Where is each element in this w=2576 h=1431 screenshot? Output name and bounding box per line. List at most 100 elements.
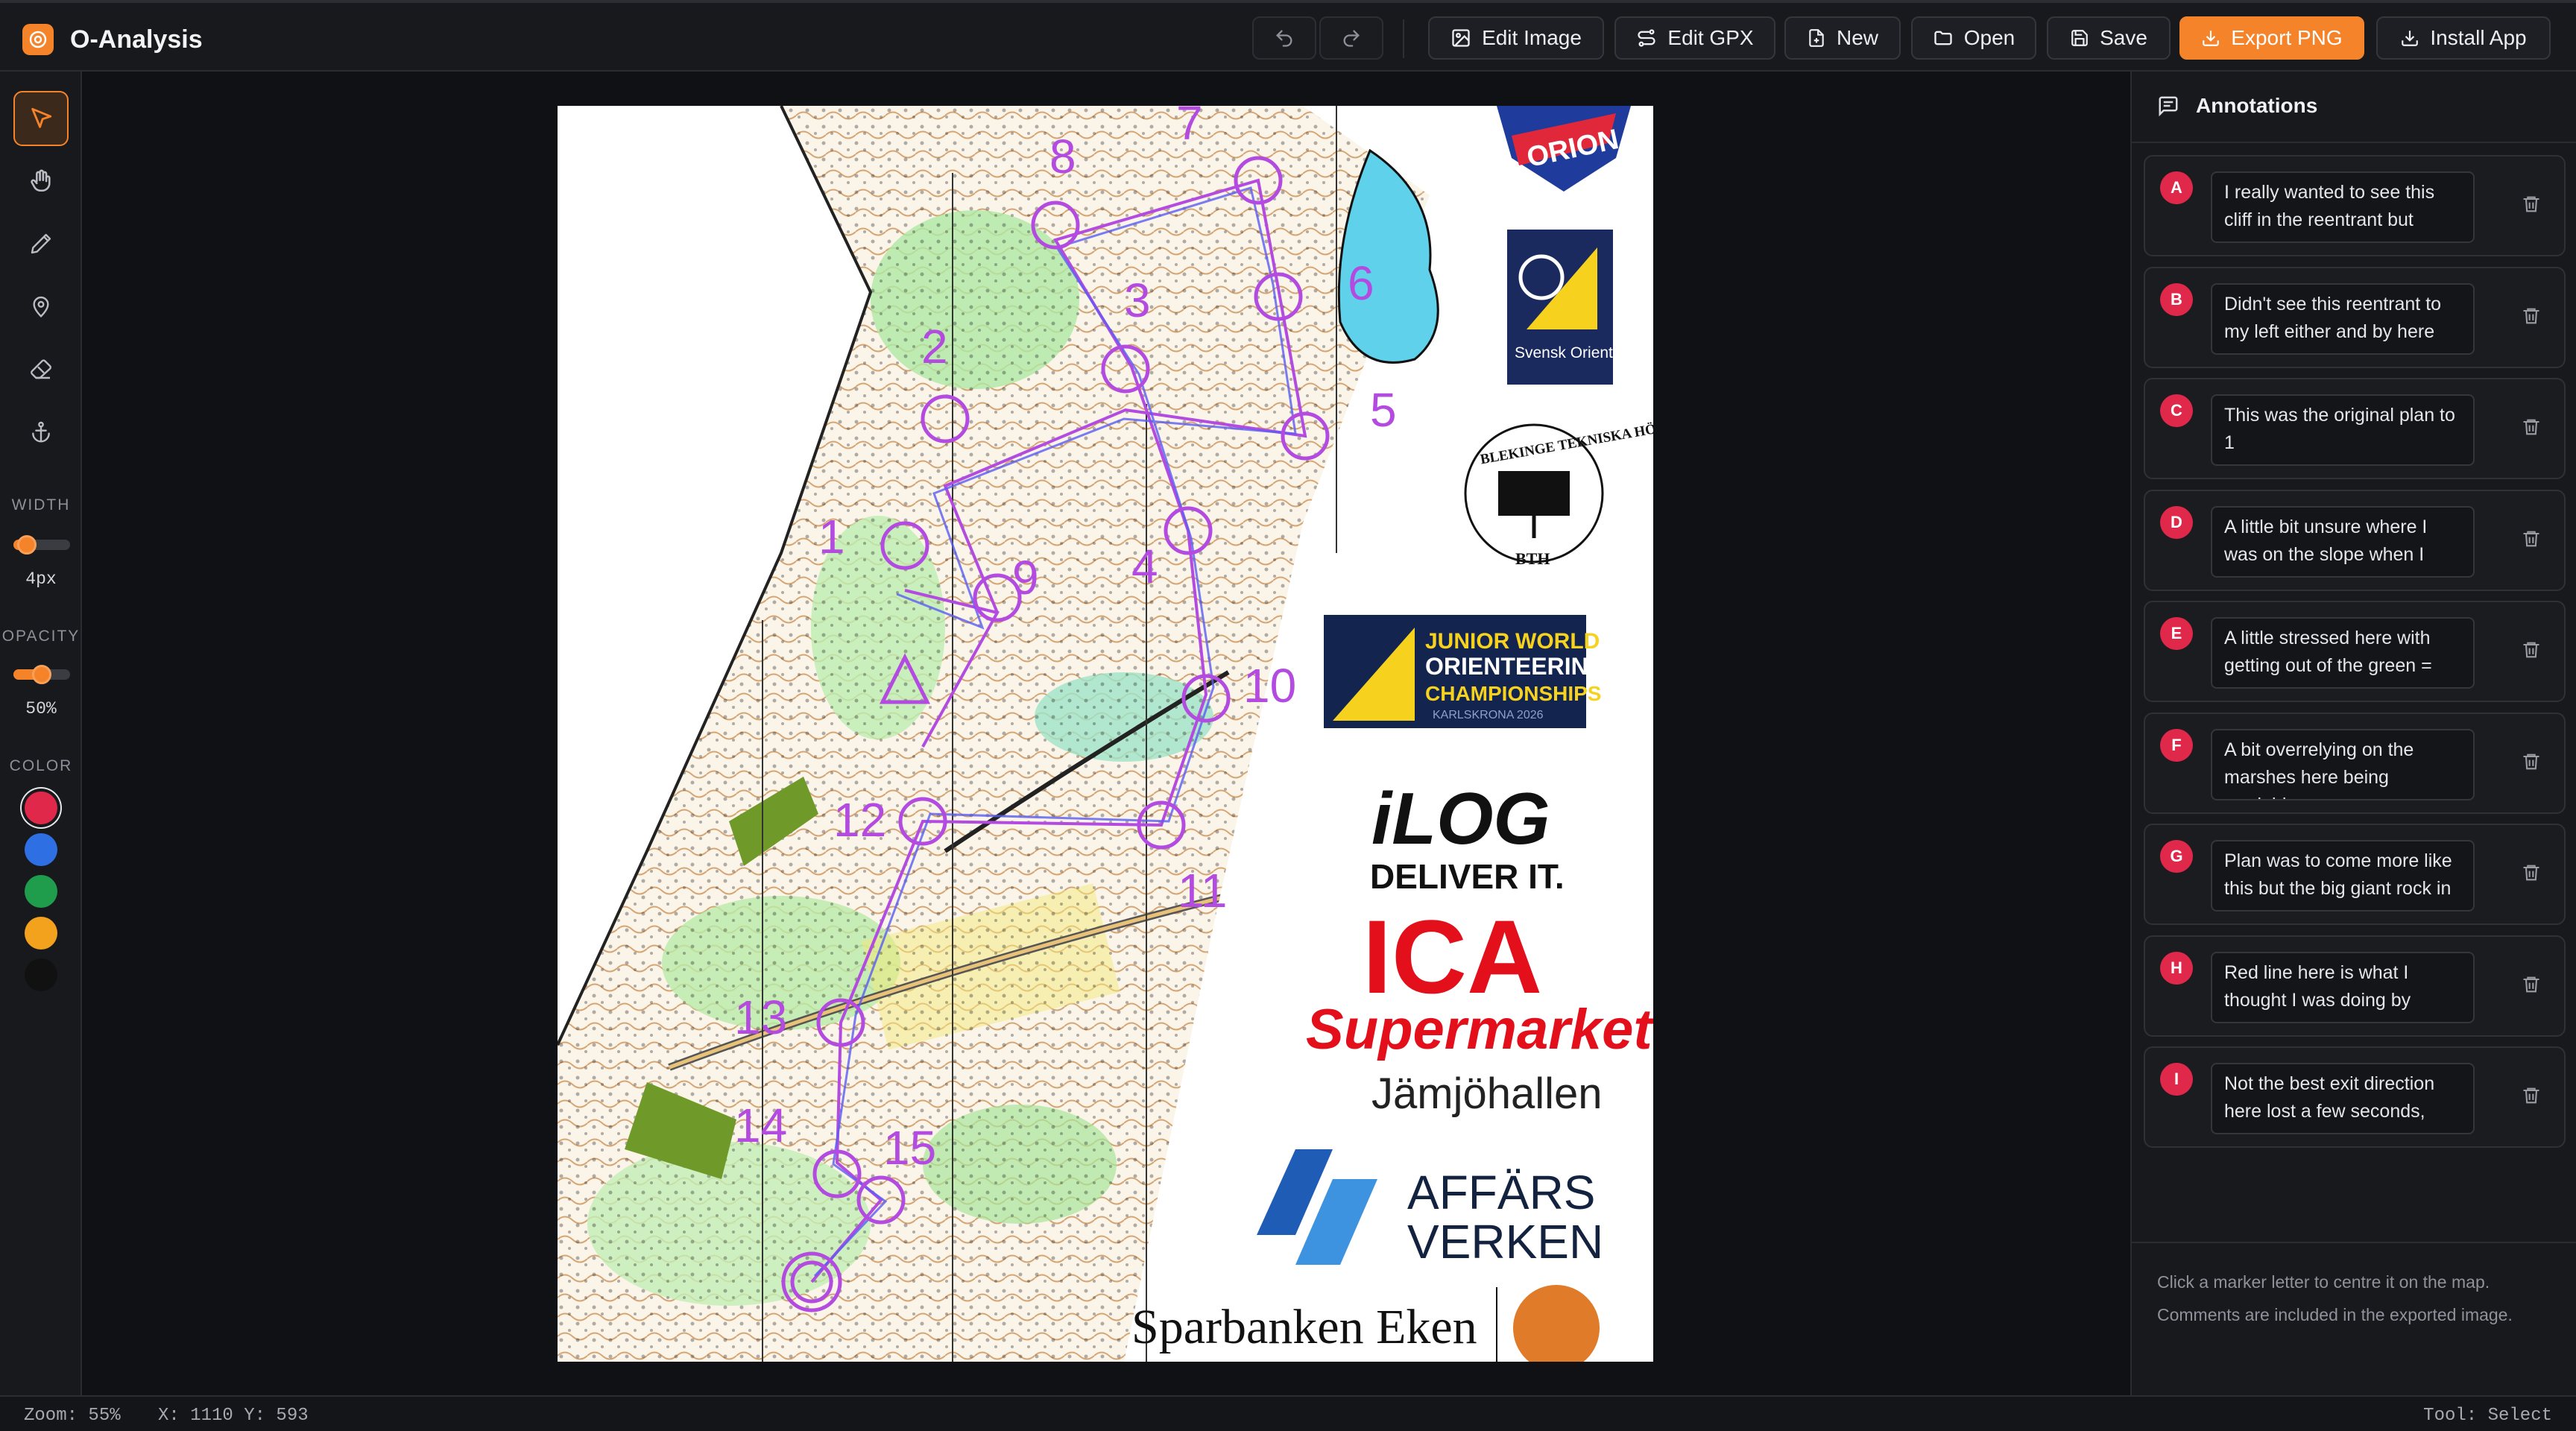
open-button[interactable]: Open [1911,16,2036,60]
svg-text:VERKEN: VERKEN [1407,1215,1603,1269]
annotations-header: Annotations [2157,94,2317,118]
annotation-comment-field[interactable]: Not the best exit direction here lost a … [2211,1063,2475,1134]
annotation-comment-field[interactable]: A little bit unsure where I was on the s… [2211,505,2475,578]
control-number: 2 [921,320,948,373]
width-slider[interactable] [13,535,70,555]
pan-tool-button[interactable] [13,154,69,209]
annotation-marker-badge[interactable]: F [2160,728,2193,762]
annotation-card[interactable]: F A bit overrelying on the marshes here b… [2144,712,2566,814]
svg-text:DELIVER IT.: DELIVER IT. [1370,857,1565,896]
trash-icon[interactable] [2521,417,2542,437]
annotation-marker-badge[interactable]: A [2160,171,2193,204]
install-app-label: Install App [2430,26,2527,49]
comment-list-icon [2159,96,2178,117]
club-logo: ORION [1497,106,1631,192]
marker-tool-button[interactable] [13,279,69,334]
export-png-button[interactable]: Export PNG [2179,16,2364,60]
draw-tool-button[interactable] [13,216,69,271]
annotation-card[interactable]: A I really wanted to see this cliff in th… [2144,155,2566,256]
trash-icon[interactable] [2521,528,2542,549]
active-tool-readout: Tool: Select [2423,1406,2552,1426]
opacity-slider-handle[interactable] [32,665,51,684]
select-tool-button[interactable] [13,91,69,146]
annotation-card[interactable]: E A little stressed here with getting out… [2144,601,2566,702]
ilog-logo: iLOG DELIVER IT. [1370,777,1565,896]
annotation-card[interactable]: I Not the best exit direction here lost a… [2144,1046,2566,1148]
annotation-comment-field[interactable]: This was the original plan to 1 [2211,394,2475,466]
svg-text:iLOG: iLOG [1371,777,1550,859]
trash-icon[interactable] [2521,639,2542,660]
edit-gpx-button[interactable]: Edit GPX [1614,16,1775,60]
annotation-marker-badge[interactable]: C [2160,394,2193,427]
annotations-hint: Click a marker letter to centre it on th… [2132,1242,2576,1395]
width-slider-handle[interactable] [17,535,37,555]
annotations-title: Annotations [2196,94,2318,117]
app-title: O-Analysis [70,25,203,54]
color-swatch[interactable] [25,917,57,950]
toolbar-separator [1403,19,1404,58]
trash-icon[interactable] [2521,862,2542,883]
app-logo-icon [22,24,54,55]
tool-sidebar: WIDTH 4px OPACITY 50% COLOR [0,72,82,1395]
annotation-card[interactable]: D A little bit unsure where I was on the … [2144,489,2566,591]
orienteering-map[interactable]: 1 2 3 4 5 6 7 8 9 10 11 12 13 14 15 ORIO [558,106,1653,1362]
annotation-comment-field[interactable]: A bit overrelying on the marshes here be… [2211,728,2475,800]
save-label: Save [2100,26,2147,49]
svg-text:Supermarket: Supermarket [1306,998,1653,1061]
annotation-card[interactable]: C This was the original plan to 1 [2144,378,2566,479]
install-app-button[interactable]: Install App [2376,16,2551,60]
erase-tool-button[interactable] [13,341,69,397]
redo-icon [1343,30,1360,47]
annotation-card[interactable]: H Red line here is what I thought I was d… [2144,935,2566,1037]
cursor-coordinates: X: 1110 Y: 593 [158,1406,309,1426]
redo-button[interactable] [1319,16,1383,60]
brand: O-Analysis [22,24,203,55]
color-swatch[interactable] [25,875,57,908]
trash-icon[interactable] [2521,306,2542,326]
opacity-value: 50% [25,699,57,718]
control-number: 10 [1243,659,1296,713]
width-label: WIDTH [11,496,71,514]
edit-image-button[interactable]: Edit Image [1428,16,1604,60]
annotations-panel: Annotations A I really wanted to see this… [2130,72,2576,1395]
trash-icon[interactable] [2521,751,2542,772]
status-bar: Zoom: 55% X: 1110 Y: 593 Tool: Select [0,1395,2576,1431]
svg-text:CHAMPIONSHIPS: CHAMPIONSHIPS [1425,682,1601,705]
map-pin-icon [33,296,49,318]
annotation-card[interactable]: G Plan was to come more like this but the… [2144,824,2566,925]
color-swatch[interactable] [25,958,57,991]
annotation-card[interactable]: B Didn't see this reentrant to my left ei… [2144,266,2566,368]
color-swatch[interactable] [25,792,57,824]
new-button[interactable]: New [1784,16,1901,60]
opacity-slider[interactable] [13,665,70,684]
trash-icon[interactable] [2521,974,2542,995]
annotation-comment-field[interactable]: Red line here is what I thought I was do… [2211,951,2475,1023]
save-button[interactable]: Save [2047,16,2171,60]
color-swatch[interactable] [25,833,57,866]
trash-icon[interactable] [2521,1085,2542,1106]
annotation-marker-badge[interactable]: D [2160,505,2193,539]
annotation-comment-field[interactable]: Didn't see this reentrant to my left eit… [2211,282,2475,355]
annotation-marker-badge[interactable]: B [2160,282,2193,316]
new-label: New [1836,26,1878,49]
undo-button[interactable] [1252,16,1316,60]
annotation-comment-field[interactable]: Plan was to come more like this but the … [2211,840,2475,912]
annotation-marker-badge[interactable]: E [2160,617,2193,650]
annotation-marker-badge[interactable]: H [2160,951,2193,985]
image-icon [1452,29,1470,47]
affarsverken-logo: AFFÄRS VERKEN [1257,1149,1603,1269]
route-icon [1638,29,1656,47]
undo-icon [1276,30,1292,47]
control-number: 9 [1012,551,1039,604]
annotation-marker-badge[interactable]: I [2160,1063,2193,1096]
annotation-comment-field[interactable]: A little stressed here with getting out … [2211,617,2475,689]
annotation-marker-badge[interactable]: G [2160,840,2193,873]
opacity-label: OPACITY [1,628,80,645]
trash-icon[interactable] [2521,194,2542,215]
anchor-tool-button[interactable] [13,404,69,459]
eraser-icon [31,359,51,379]
color-label: COLOR [9,757,73,774]
annotation-comment-field[interactable]: I really wanted to see this cliff in the… [2211,171,2475,243]
map-canvas[interactable]: 1 2 3 4 5 6 7 8 9 10 11 12 13 14 15 ORIO [83,72,2129,1395]
cursor-icon [31,107,52,128]
